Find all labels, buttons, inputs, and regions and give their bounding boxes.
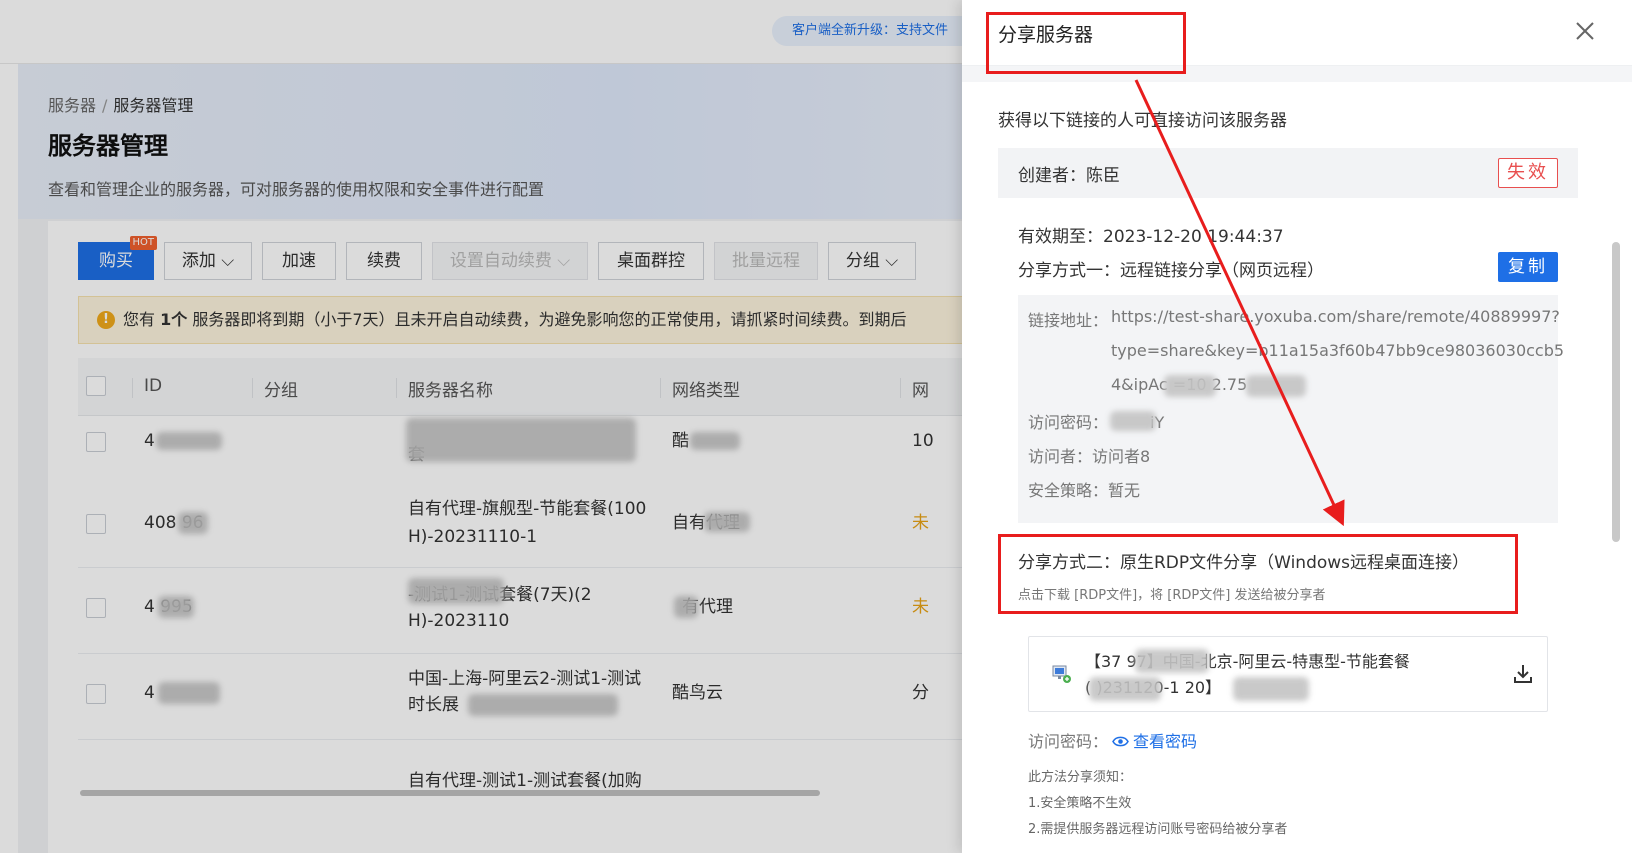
share-note-2: 2.需提供服务器远程访问账号密码给被分享者	[1028, 822, 1288, 837]
visitor-row: 访问者：访问者8	[1028, 443, 1150, 467]
download-icon[interactable]	[1511, 662, 1535, 686]
policy-label: 安全策略：	[1028, 481, 1109, 500]
redaction-blur	[1135, 649, 1209, 673]
redaction-blur	[1164, 375, 1216, 397]
remote-desktop-icon	[1052, 665, 1071, 683]
link-url-line2[interactable]: type=share&key=b11a15a3f60b47bb9ce980360…	[1111, 341, 1564, 360]
rdp-password-row: 访问密码： 查看密码	[1028, 728, 1197, 752]
redaction-blur	[1089, 677, 1161, 701]
creator-bar: 创建者：陈臣 失效	[998, 148, 1578, 198]
creator-label: 创建者：陈臣	[1018, 166, 1120, 186]
drawer-subtitle: 获得以下链接的人可直接访问该服务器	[998, 111, 1287, 131]
modal-overlay[interactable]	[0, 0, 962, 853]
link-url-line1[interactable]: https://test-share.yoxuba.com/share/remo…	[1111, 307, 1560, 326]
policy-value: 暂无	[1108, 481, 1141, 500]
status-badge: 失效	[1498, 158, 1558, 188]
link-label: 链接地址：	[1028, 311, 1109, 330]
share-method-1: 分享方式一：远程链接分享（网页远程）	[1018, 261, 1324, 281]
share-notes-title: 此方法分享须知：	[1028, 770, 1133, 785]
share-server-drawer: 分享服务器 获得以下链接的人可直接访问该服务器 创建者：陈臣 失效 有效期至：2…	[962, 0, 1632, 853]
password-label: 访问密码：	[1028, 413, 1109, 432]
redaction-blur	[1110, 411, 1156, 431]
close-icon[interactable]	[1572, 18, 1598, 44]
visitor-value: 访问者8	[1092, 447, 1151, 466]
visitor-label: 访问者：	[1028, 447, 1093, 466]
copy-button[interactable]: 复制	[1498, 252, 1558, 282]
policy-row: 安全策略：暂无	[1028, 477, 1140, 501]
annotation-box-title	[986, 12, 1186, 74]
view-password-link[interactable]: 查看密码	[1112, 732, 1197, 751]
link-info-box: 链接地址： https://test-share.yoxuba.com/shar…	[1018, 295, 1564, 523]
rdp-password-label: 访问密码：	[1028, 732, 1109, 751]
drawer-scrollbar[interactable]	[1612, 242, 1620, 542]
redaction-blur	[1246, 375, 1306, 397]
view-password-label: 查看密码	[1133, 732, 1198, 751]
eye-icon	[1112, 736, 1129, 747]
redaction-blur	[1233, 677, 1309, 701]
share-note-1: 1.安全策略不生效	[1028, 796, 1132, 811]
annotation-box-method-2	[998, 534, 1518, 614]
rdp-file-item[interactable]: 【37 97】中国-北京-阿里云-特惠型-节能套餐 ( )231120-1 20…	[1028, 636, 1548, 712]
expiry-date: 有效期至：2023-12-20 19:44:37	[1018, 227, 1284, 247]
